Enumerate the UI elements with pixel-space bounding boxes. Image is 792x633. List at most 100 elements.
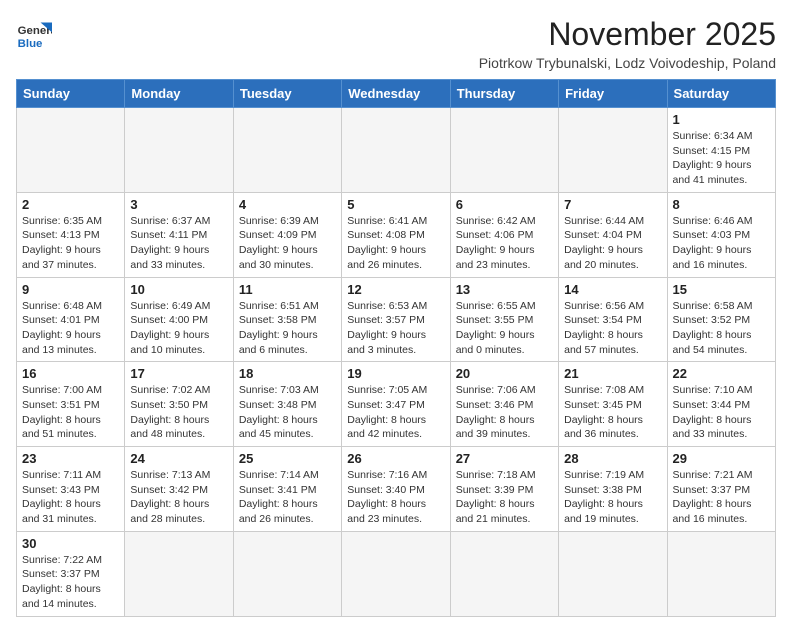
subtitle: Piotrkow Trybunalski, Lodz Voivodeship, … bbox=[479, 55, 776, 71]
calendar-week-row: 16 Sunrise: 7:00 AM Sunset: 3:51 PM Dayli… bbox=[17, 362, 776, 447]
calendar-day-cell: 22 Sunrise: 7:10 AM Sunset: 3:44 PM Dayli… bbox=[667, 362, 775, 447]
day-number: 9 bbox=[22, 282, 119, 297]
calendar-day-cell: 27 Sunrise: 7:18 AM Sunset: 3:39 PM Dayli… bbox=[450, 447, 558, 532]
day-info: Sunrise: 7:13 AM Sunset: 3:42 PM Dayligh… bbox=[130, 468, 227, 527]
day-number: 1 bbox=[673, 112, 770, 127]
day-info: Sunrise: 7:10 AM Sunset: 3:44 PM Dayligh… bbox=[673, 383, 770, 442]
day-info: Sunrise: 6:39 AM Sunset: 4:09 PM Dayligh… bbox=[239, 214, 336, 273]
calendar-day-cell: 29Sunrise: 7:21 AM Sunset: 3:37 PM Dayli… bbox=[667, 447, 775, 532]
day-number: 30 bbox=[22, 536, 119, 551]
day-info: Sunrise: 6:37 AM Sunset: 4:11 PM Dayligh… bbox=[130, 214, 227, 273]
calendar-header-thursday: Thursday bbox=[450, 80, 558, 108]
calendar-day-cell bbox=[233, 531, 341, 616]
calendar-day-cell: 9 Sunrise: 6:48 AM Sunset: 4:01 PM Daylig… bbox=[17, 277, 125, 362]
day-number: 29 bbox=[673, 451, 770, 466]
calendar-day-cell: 3 Sunrise: 6:37 AM Sunset: 4:11 PM Daylig… bbox=[125, 192, 233, 277]
day-info: Sunrise: 7:05 AM Sunset: 3:47 PM Dayligh… bbox=[347, 383, 444, 442]
logo-icon: General Blue bbox=[16, 16, 52, 52]
day-number: 16 bbox=[22, 366, 119, 381]
day-number: 24 bbox=[130, 451, 227, 466]
day-info: Sunrise: 7:18 AM Sunset: 3:39 PM Dayligh… bbox=[456, 468, 553, 527]
calendar-day-cell bbox=[559, 108, 667, 193]
calendar-header-sunday: Sunday bbox=[17, 80, 125, 108]
calendar-day-cell: 17 Sunrise: 7:02 AM Sunset: 3:50 PM Dayli… bbox=[125, 362, 233, 447]
day-number: 11 bbox=[239, 282, 336, 297]
calendar-day-cell bbox=[450, 531, 558, 616]
calendar-day-cell: 4 Sunrise: 6:39 AM Sunset: 4:09 PM Daylig… bbox=[233, 192, 341, 277]
day-info: Sunrise: 7:19 AM Sunset: 3:38 PM Dayligh… bbox=[564, 468, 661, 527]
calendar-day-cell: 11Sunrise: 6:51 AM Sunset: 3:58 PM Dayli… bbox=[233, 277, 341, 362]
calendar-day-cell: 18 Sunrise: 7:03 AM Sunset: 3:48 PM Dayli… bbox=[233, 362, 341, 447]
day-number: 3 bbox=[130, 197, 227, 212]
day-number: 26 bbox=[347, 451, 444, 466]
calendar-header-monday: Monday bbox=[125, 80, 233, 108]
calendar-day-cell bbox=[342, 108, 450, 193]
day-number: 18 bbox=[239, 366, 336, 381]
calendar-header-wednesday: Wednesday bbox=[342, 80, 450, 108]
calendar-day-cell: 5 Sunrise: 6:41 AM Sunset: 4:08 PM Daylig… bbox=[342, 192, 450, 277]
calendar-day-cell bbox=[450, 108, 558, 193]
calendar-day-cell: 14 Sunrise: 6:56 AM Sunset: 3:54 PM Dayli… bbox=[559, 277, 667, 362]
day-number: 27 bbox=[456, 451, 553, 466]
calendar-day-cell: 19Sunrise: 7:05 AM Sunset: 3:47 PM Dayli… bbox=[342, 362, 450, 447]
day-number: 21 bbox=[564, 366, 661, 381]
day-number: 15 bbox=[673, 282, 770, 297]
day-number: 20 bbox=[456, 366, 553, 381]
day-number: 14 bbox=[564, 282, 661, 297]
day-number: 25 bbox=[239, 451, 336, 466]
calendar-day-cell: 10 Sunrise: 6:49 AM Sunset: 4:00 PM Dayli… bbox=[125, 277, 233, 362]
day-info: Sunrise: 7:02 AM Sunset: 3:50 PM Dayligh… bbox=[130, 383, 227, 442]
calendar-day-cell bbox=[125, 531, 233, 616]
day-number: 5 bbox=[347, 197, 444, 212]
day-info: Sunrise: 7:03 AM Sunset: 3:48 PM Dayligh… bbox=[239, 383, 336, 442]
day-info: Sunrise: 6:34 AM Sunset: 4:15 PM Dayligh… bbox=[673, 129, 770, 188]
calendar-day-cell: 12Sunrise: 6:53 AM Sunset: 3:57 PM Dayli… bbox=[342, 277, 450, 362]
day-number: 7 bbox=[564, 197, 661, 212]
calendar-day-cell: 20 Sunrise: 7:06 AM Sunset: 3:46 PM Dayli… bbox=[450, 362, 558, 447]
calendar-week-row: 9 Sunrise: 6:48 AM Sunset: 4:01 PM Daylig… bbox=[17, 277, 776, 362]
calendar-day-cell: 2Sunrise: 6:35 AM Sunset: 4:13 PM Daylig… bbox=[17, 192, 125, 277]
day-info: Sunrise: 6:55 AM Sunset: 3:55 PM Dayligh… bbox=[456, 299, 553, 358]
day-number: 23 bbox=[22, 451, 119, 466]
day-info: Sunrise: 7:22 AM Sunset: 3:37 PM Dayligh… bbox=[22, 553, 119, 612]
calendar-day-cell: 25 Sunrise: 7:14 AM Sunset: 3:41 PM Dayli… bbox=[233, 447, 341, 532]
logo: General Blue bbox=[16, 16, 52, 52]
day-info: Sunrise: 7:06 AM Sunset: 3:46 PM Dayligh… bbox=[456, 383, 553, 442]
day-info: Sunrise: 7:14 AM Sunset: 3:41 PM Dayligh… bbox=[239, 468, 336, 527]
title-area: November 2025 Piotrkow Trybunalski, Lodz… bbox=[479, 16, 776, 71]
day-info: Sunrise: 6:42 AM Sunset: 4:06 PM Dayligh… bbox=[456, 214, 553, 273]
calendar-week-row: 30 Sunrise: 7:22 AM Sunset: 3:37 PM Dayli… bbox=[17, 531, 776, 616]
calendar-day-cell: 7 Sunrise: 6:44 AM Sunset: 4:04 PM Daylig… bbox=[559, 192, 667, 277]
calendar-day-cell: 6 Sunrise: 6:42 AM Sunset: 4:06 PM Daylig… bbox=[450, 192, 558, 277]
day-info: Sunrise: 6:44 AM Sunset: 4:04 PM Dayligh… bbox=[564, 214, 661, 273]
day-number: 10 bbox=[130, 282, 227, 297]
day-info: Sunrise: 6:56 AM Sunset: 3:54 PM Dayligh… bbox=[564, 299, 661, 358]
day-info: Sunrise: 6:46 AM Sunset: 4:03 PM Dayligh… bbox=[673, 214, 770, 273]
day-info: Sunrise: 7:00 AM Sunset: 3:51 PM Dayligh… bbox=[22, 383, 119, 442]
day-number: 4 bbox=[239, 197, 336, 212]
calendar-day-cell: 13Sunrise: 6:55 AM Sunset: 3:55 PM Dayli… bbox=[450, 277, 558, 362]
day-number: 17 bbox=[130, 366, 227, 381]
day-number: 6 bbox=[456, 197, 553, 212]
day-info: Sunrise: 6:49 AM Sunset: 4:00 PM Dayligh… bbox=[130, 299, 227, 358]
calendar-day-cell bbox=[667, 531, 775, 616]
calendar-day-cell: 24 Sunrise: 7:13 AM Sunset: 3:42 PM Dayli… bbox=[125, 447, 233, 532]
calendar-week-row: 23Sunrise: 7:11 AM Sunset: 3:43 PM Dayli… bbox=[17, 447, 776, 532]
day-info: Sunrise: 6:58 AM Sunset: 3:52 PM Dayligh… bbox=[673, 299, 770, 358]
calendar-day-cell: 1 Sunrise: 6:34 AM Sunset: 4:15 PM Daylig… bbox=[667, 108, 775, 193]
calendar-day-cell: 28Sunrise: 7:19 AM Sunset: 3:38 PM Dayli… bbox=[559, 447, 667, 532]
calendar-day-cell: 16 Sunrise: 7:00 AM Sunset: 3:51 PM Dayli… bbox=[17, 362, 125, 447]
day-number: 12 bbox=[347, 282, 444, 297]
calendar-day-cell: 30 Sunrise: 7:22 AM Sunset: 3:37 PM Dayli… bbox=[17, 531, 125, 616]
calendar-day-cell bbox=[559, 531, 667, 616]
svg-text:Blue: Blue bbox=[18, 38, 43, 50]
day-number: 22 bbox=[673, 366, 770, 381]
calendar-day-cell bbox=[17, 108, 125, 193]
calendar-day-cell: 23Sunrise: 7:11 AM Sunset: 3:43 PM Dayli… bbox=[17, 447, 125, 532]
day-info: Sunrise: 6:41 AM Sunset: 4:08 PM Dayligh… bbox=[347, 214, 444, 273]
calendar-header-row: SundayMondayTuesdayWednesdayThursdayFrid… bbox=[17, 80, 776, 108]
calendar-header-friday: Friday bbox=[559, 80, 667, 108]
month-title: November 2025 bbox=[479, 16, 776, 53]
calendar-header-tuesday: Tuesday bbox=[233, 80, 341, 108]
day-info: Sunrise: 6:48 AM Sunset: 4:01 PM Dayligh… bbox=[22, 299, 119, 358]
